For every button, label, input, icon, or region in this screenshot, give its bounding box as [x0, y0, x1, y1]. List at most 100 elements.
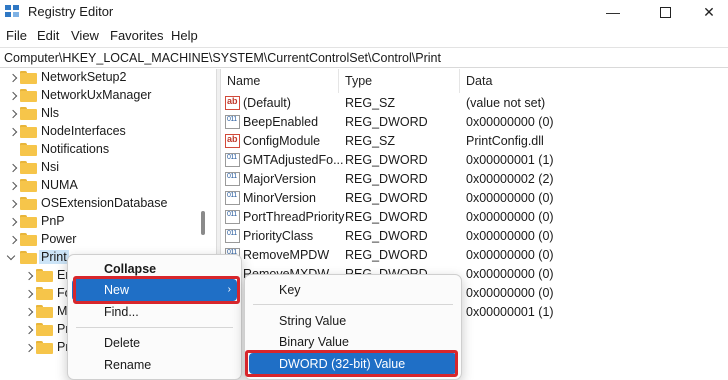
column-header-name[interactable]: Name — [221, 69, 339, 93]
menu-item-label: Collapse — [104, 262, 157, 276]
value-row[interactable]: 011 BeepEnabled REG_DWORD 0x00000000 (0) — [221, 113, 728, 132]
value-row[interactable]: 011 MinorVersion REG_DWORD 0x00000000 (0… — [221, 189, 728, 208]
menu-help[interactable]: Help — [171, 28, 198, 43]
menu-view[interactable]: View — [71, 28, 99, 43]
new-dword-value[interactable]: DWORD (32-bit) Value — [249, 353, 457, 374]
expand-chevron-icon[interactable] — [8, 126, 18, 138]
expand-chevron-icon[interactable] — [8, 180, 18, 192]
value-data: 0x00000000 (0) — [466, 229, 554, 243]
value-name: RemoveMPDW — [243, 248, 330, 262]
dword-value-icon: 011 — [225, 210, 240, 224]
minimize-button[interactable]: — — [590, 0, 636, 24]
value-name: PriorityClass — [243, 229, 314, 243]
expand-chevron-icon[interactable] — [24, 324, 34, 336]
menu-item-label: String Value — [279, 314, 347, 328]
tree-item-label: NetworkSetup2 — [41, 70, 127, 84]
value-type: REG_SZ — [345, 96, 396, 110]
value-row[interactable]: ab (Default) REG_SZ (value not set) — [221, 94, 728, 113]
string-value-icon: ab — [225, 96, 240, 110]
column-header-data[interactable]: Data — [460, 69, 728, 93]
collapse-chevron-icon[interactable] — [6, 252, 16, 264]
dword-value-icon: 011 — [225, 115, 240, 129]
expand-chevron-icon[interactable] — [24, 270, 34, 282]
menu-edit[interactable]: Edit — [37, 28, 59, 43]
folder-icon — [20, 125, 37, 138]
menu-favorites[interactable]: Favorites — [110, 28, 163, 43]
expand-chevron-icon[interactable] — [8, 162, 18, 174]
tree-scrollbar-thumb[interactable] — [201, 211, 205, 235]
folder-icon — [20, 215, 37, 228]
title-bar: Registry Editor — ✕ — [0, 0, 728, 24]
tree-item-label: NetworkUxManager — [41, 88, 152, 102]
folder-icon — [36, 269, 53, 282]
folder-icon — [20, 179, 37, 192]
expand-chevron-icon[interactable] — [24, 288, 34, 300]
address-bar[interactable]: Computer\HKEY_LOCAL_MACHINE\SYSTEM\Curre… — [0, 47, 728, 68]
tree-item-notifications[interactable]: Notifications — [0, 141, 213, 159]
maximize-button[interactable] — [642, 0, 688, 24]
folder-icon — [36, 323, 53, 336]
expand-chevron-icon[interactable] — [8, 90, 18, 102]
new-key[interactable]: Key — [249, 279, 457, 300]
expand-chevron-icon[interactable] — [8, 198, 18, 210]
context-menu-new[interactable]: New › — [72, 279, 237, 301]
tree-item-label: NUMA — [41, 178, 78, 192]
folder-icon — [20, 161, 37, 174]
tree-item-numa[interactable]: NUMA — [0, 177, 213, 195]
menu-item-label: Key — [279, 283, 301, 297]
window-title: Registry Editor — [28, 4, 114, 19]
context-menu: Collapse New › Find... Delete Rename — [67, 254, 242, 380]
tree-item-nls[interactable]: Nls — [0, 105, 213, 123]
context-menu-collapse[interactable]: Collapse — [72, 258, 237, 280]
menu-item-label: New — [104, 283, 130, 297]
folder-icon — [20, 197, 37, 210]
context-menu-rename[interactable]: Rename — [72, 354, 237, 376]
minimize-icon: — — [606, 4, 620, 20]
tree-item-label: Print — [39, 250, 69, 264]
tree-item-pnp[interactable]: PnP — [0, 213, 213, 231]
value-type: REG_DWORD — [345, 229, 428, 243]
column-header-type[interactable]: Type — [339, 69, 460, 93]
context-menu-find[interactable]: Find... — [72, 301, 237, 323]
value-row[interactable]: 011 RemoveMPDW REG_DWORD 0x00000000 (0) — [221, 246, 728, 265]
value-name: MajorVersion — [243, 172, 316, 186]
menu-file[interactable]: File — [6, 28, 27, 43]
value-data: 0x00000000 (0) — [466, 248, 554, 262]
tree-item-label: Nsi — [41, 160, 60, 174]
dword-value-icon: 011 — [225, 191, 240, 205]
value-row[interactable]: 011 PriorityClass REG_DWORD 0x00000000 (… — [221, 227, 728, 246]
value-type: REG_SZ — [345, 134, 396, 148]
folder-icon — [36, 287, 53, 300]
new-binary-value[interactable]: Binary Value — [249, 331, 457, 352]
value-type: REG_DWORD — [345, 153, 428, 167]
expand-chevron-icon[interactable] — [24, 306, 34, 318]
tree-item-networkuxmanager[interactable]: NetworkUxManager — [0, 87, 213, 105]
menu-separator — [253, 304, 453, 305]
value-data: 0x00000000 (0) — [466, 210, 554, 224]
expand-chevron-icon[interactable] — [8, 108, 18, 120]
new-string-value[interactable]: String Value — [249, 310, 457, 331]
expand-chevron-icon[interactable] — [8, 72, 18, 84]
value-row[interactable]: 011 GMTAdjustedFo... REG_DWORD 0x0000000… — [221, 151, 728, 170]
close-button[interactable]: ✕ — [686, 0, 728, 24]
value-row[interactable]: 011 PortThreadPriority REG_DWORD 0x00000… — [221, 208, 728, 227]
menu-item-label: Binary Value — [279, 335, 349, 349]
expand-chevron-icon[interactable] — [8, 234, 18, 246]
expand-chevron-icon[interactable] — [24, 342, 34, 354]
value-name: (Default) — [243, 96, 291, 110]
menu-bar: File Edit View Favorites Help — [0, 26, 728, 46]
tree-item-networksetup2[interactable]: NetworkSetup2 — [0, 69, 213, 87]
value-row[interactable]: ab ConfigModule REG_SZ PrintConfig.dll — [221, 132, 728, 151]
value-name: BeepEnabled — [243, 115, 319, 129]
context-menu-delete[interactable]: Delete — [72, 332, 237, 354]
tree-item-power[interactable]: Power — [0, 231, 213, 249]
tree-item-nsi[interactable]: Nsi — [0, 159, 213, 177]
tree-item-label: Notifications — [41, 142, 110, 156]
string-value-icon: ab — [225, 134, 240, 148]
tree-item-label: M — [57, 304, 68, 318]
tree-item-nodeinterfaces[interactable]: NodeInterfaces — [0, 123, 213, 141]
dword-value-icon: 011 — [225, 153, 240, 167]
expand-chevron-icon[interactable] — [8, 216, 18, 228]
value-row[interactable]: 011 MajorVersion REG_DWORD 0x00000002 (2… — [221, 170, 728, 189]
tree-item-osextensiondatabase[interactable]: OSExtensionDatabase — [0, 195, 213, 213]
